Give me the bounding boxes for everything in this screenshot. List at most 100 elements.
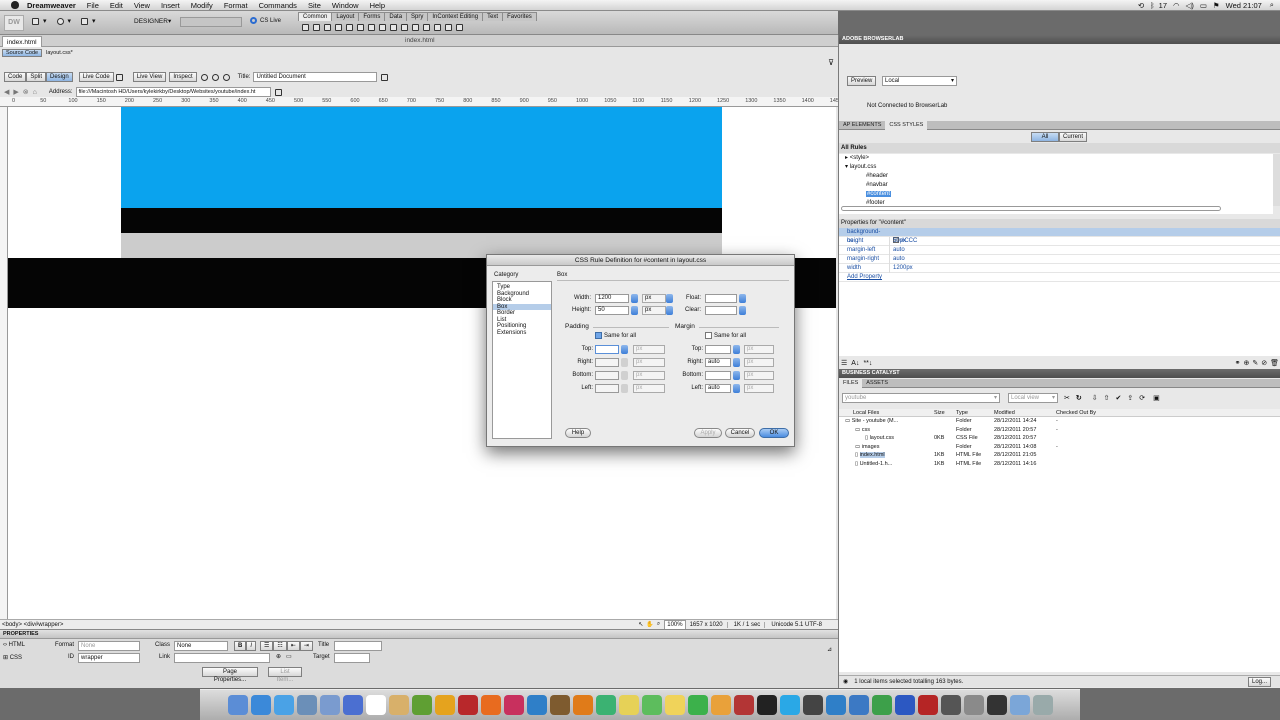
dock-calendar-icon[interactable] [365, 695, 386, 715]
margin-right-input[interactable]: auto [705, 358, 731, 367]
dock-preview-icon[interactable] [319, 695, 340, 715]
header-div[interactable] [121, 107, 722, 208]
disable-property-icon[interactable]: ⊘ [1261, 359, 1267, 367]
help-button[interactable]: Help [565, 428, 591, 438]
css-all-button[interactable]: All [1031, 132, 1059, 142]
dock-ps-icon[interactable] [894, 695, 915, 715]
filter-icon[interactable]: ⊽ [828, 58, 834, 67]
margin-left-input[interactable]: auto [705, 384, 731, 393]
head-icon[interactable] [423, 24, 430, 31]
apple-menu-icon[interactable] [11, 1, 19, 9]
padding-right-stepper[interactable] [621, 358, 628, 367]
bluetooth-icon[interactable]: ᛒ [1150, 1, 1155, 10]
extend-icon[interactable] [56, 17, 64, 25]
title-field[interactable] [334, 641, 382, 651]
connect-icon[interactable]: ✂ [1064, 394, 1070, 402]
padding-top-input[interactable] [595, 345, 619, 354]
padding-bottom-stepper[interactable] [621, 371, 628, 380]
file-row[interactable]: ▭ css Folder 28/12/2011 20:57 - [839, 426, 1280, 435]
wifi-icon[interactable]: ◠ [1173, 1, 1180, 10]
css-tab[interactable]: ⊞ CSS [3, 654, 22, 661]
expand-files-icon[interactable]: ▣ [1153, 394, 1160, 402]
related-file-layout-css[interactable]: layout.css* [46, 50, 73, 56]
margin-top-stepper[interactable] [733, 345, 740, 354]
margin-top-unit[interactable]: px [744, 345, 774, 354]
app-menu[interactable]: Dreamweaver [27, 1, 76, 10]
tag-chooser-icon[interactable] [456, 24, 463, 31]
menu-commands[interactable]: Commands [259, 1, 297, 10]
refresh-icon[interactable] [222, 73, 230, 81]
dock-numbers-icon[interactable] [871, 695, 892, 715]
menu-view[interactable]: View [134, 1, 150, 10]
css-property-row[interactable]: height 50px [839, 237, 1280, 246]
tab-layout[interactable]: Layout [331, 12, 360, 21]
height-input[interactable]: 50 [595, 306, 629, 315]
format-select[interactable]: None [78, 641, 140, 651]
dock-photos-icon[interactable] [388, 695, 409, 715]
css-property-value[interactable]: auto [889, 246, 905, 255]
col-size[interactable]: Size [934, 410, 956, 416]
padding-bottom-input[interactable] [595, 371, 619, 380]
dock-pages-icon[interactable] [710, 695, 731, 715]
window-size[interactable]: 1657 x 1020 [690, 621, 728, 628]
width-stepper[interactable] [631, 294, 638, 303]
home-icon[interactable]: ⌂ [33, 89, 37, 96]
col-modified[interactable]: Modified [994, 410, 1056, 416]
spotlight-icon[interactable]: ⌕ [1270, 0, 1274, 10]
dock-ps-icon[interactable] [526, 695, 547, 715]
templates-icon[interactable] [445, 24, 452, 31]
dock-maps-icon[interactable] [595, 695, 616, 715]
margin-bottom-input[interactable] [705, 371, 731, 380]
browser-nav-options-icon[interactable] [274, 88, 282, 96]
insert-div-icon[interactable] [357, 24, 364, 31]
zoom-select[interactable]: 100% [664, 619, 686, 630]
dock-system-preferences-icon[interactable] [963, 695, 984, 715]
script-icon[interactable] [434, 24, 441, 31]
browse-folder-icon[interactable]: ▭ [286, 653, 292, 660]
navbar-div[interactable] [121, 208, 722, 233]
class-select[interactable]: None [174, 641, 228, 651]
target-select[interactable] [334, 653, 370, 663]
indent-button[interactable]: ⇥ [299, 641, 313, 651]
dock-dictionary-icon[interactable] [940, 695, 961, 715]
css-property-row[interactable]: background-co...#CCC [839, 228, 1280, 246]
tab-forms[interactable]: Forms [358, 12, 386, 21]
split-view-button[interactable]: Split [26, 72, 47, 82]
padding-left-stepper[interactable] [621, 384, 628, 393]
dock-notes-icon[interactable] [664, 695, 685, 715]
css-property-row[interactable]: width 1200px [839, 264, 1280, 273]
comment-icon[interactable] [412, 24, 419, 31]
italic-button[interactable]: I [246, 641, 257, 651]
padding-same-checkbox[interactable] [595, 332, 602, 339]
dock-trash-icon[interactable] [1032, 695, 1053, 715]
dock-downloads-icon[interactable] [1009, 695, 1030, 715]
col-checked-out-by[interactable]: Checked Out By [1056, 410, 1096, 416]
tab-css-styles[interactable]: CSS STYLES [885, 120, 928, 130]
tab-assets[interactable]: ASSETS [862, 379, 892, 388]
log-button[interactable]: Log... [1247, 676, 1271, 687]
margin-right-unit[interactable]: px [744, 358, 774, 367]
tab-files[interactable]: FILES [839, 378, 863, 388]
height-stepper[interactable] [631, 306, 638, 315]
validate-icon[interactable] [381, 73, 389, 81]
tab-data[interactable]: Data [384, 12, 408, 21]
file-row[interactable]: ▭ Site - youtube (M... Folder 28/12/2011 1… [839, 417, 1280, 426]
hand-tool-icon[interactable]: ✋ [646, 621, 653, 628]
dock-spotify-icon[interactable] [687, 695, 708, 715]
check-out-icon[interactable]: ✔ [1116, 394, 1122, 402]
dock-itunes-icon[interactable] [342, 695, 363, 715]
show-list-view-icon[interactable]: A↓ [851, 360, 859, 367]
dock-vlc-icon[interactable] [572, 695, 593, 715]
dock-messages-icon[interactable] [641, 695, 662, 715]
live-view-options-icon[interactable] [115, 73, 123, 81]
file-row[interactable]: ▯ Untitled-1.h... 1KB HTML File 28/12/2011 … [839, 460, 1280, 469]
delete-rule-icon[interactable]: 🗑 [1270, 359, 1279, 367]
dock-acrobat-icon[interactable] [917, 695, 938, 715]
padding-left-input[interactable] [595, 384, 619, 393]
margin-top-input[interactable] [705, 345, 731, 354]
title-input[interactable]: Untitled Document [253, 72, 378, 82]
battery-icon[interactable]: ▭ [1200, 1, 1207, 10]
horizontal-rule-icon[interactable] [335, 24, 342, 31]
dock-terminal-icon[interactable] [756, 695, 777, 715]
tab-spry[interactable]: Spry [406, 12, 429, 21]
